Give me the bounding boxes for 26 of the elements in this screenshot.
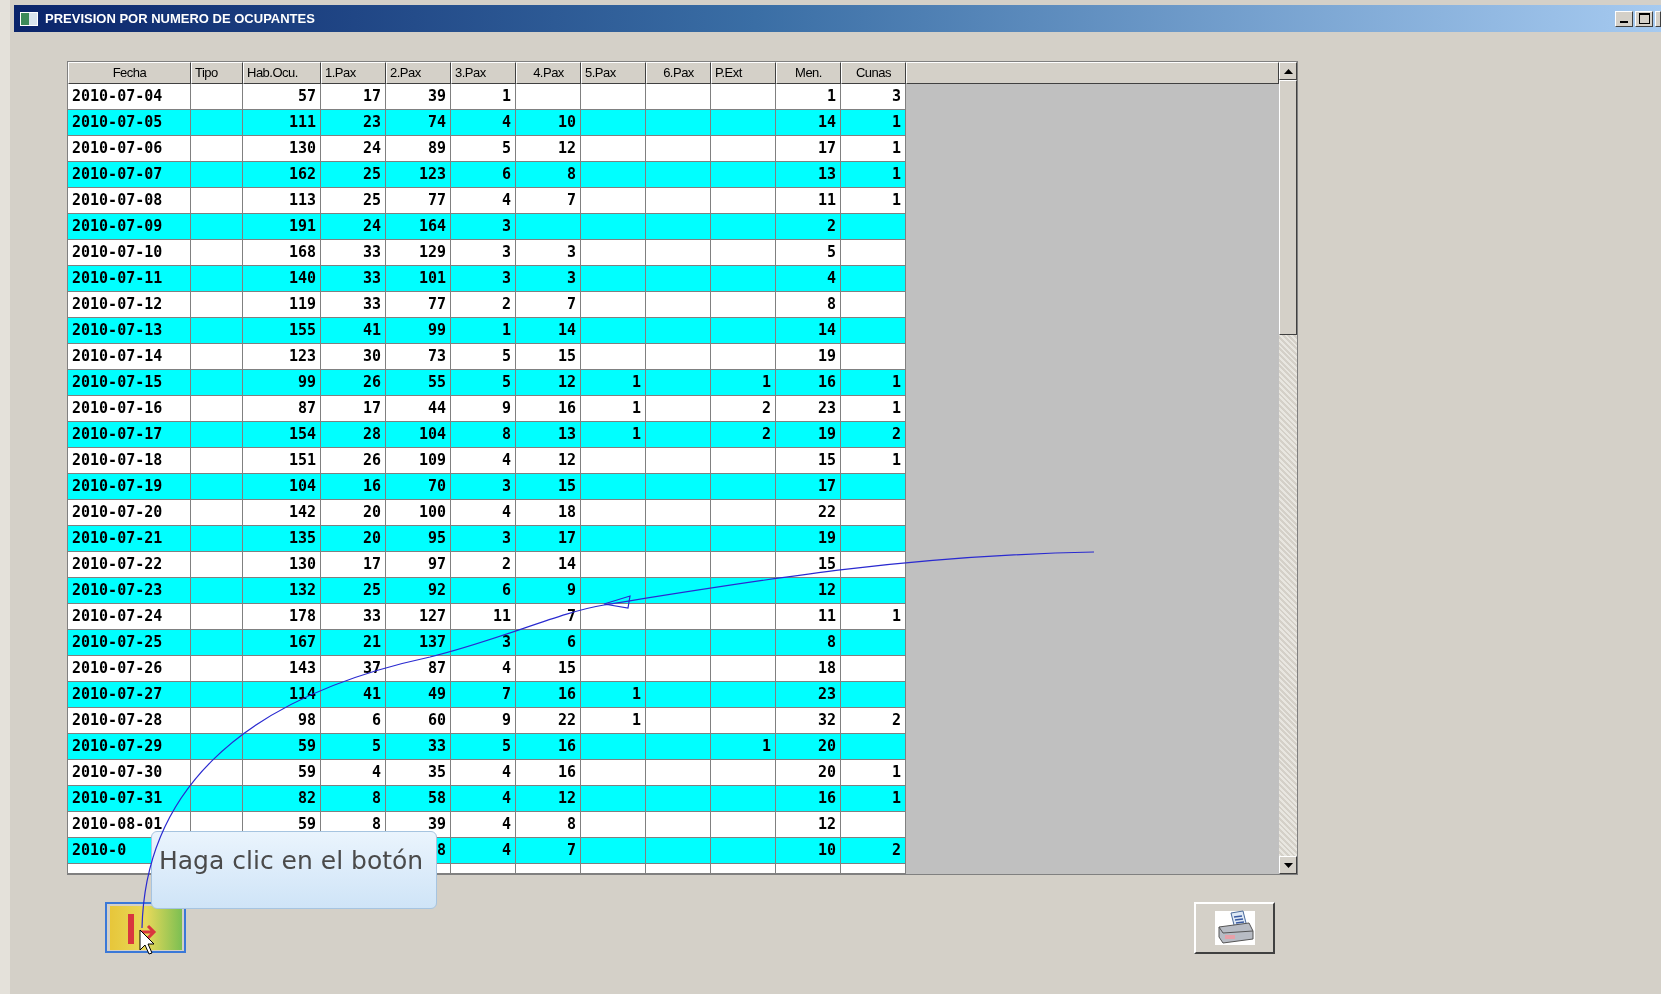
column-header[interactable]: Tipo [191, 62, 243, 84]
window-icon [20, 11, 38, 26]
door-exit-icon [109, 905, 182, 950]
column-header[interactable]: 5.Pax [581, 62, 646, 84]
column-header[interactable]: 1.Pax [321, 62, 386, 84]
column-header[interactable]: Hab.Ocu. [243, 62, 321, 84]
maximize-button[interactable] [1635, 10, 1653, 27]
minimize-button[interactable] [1615, 10, 1633, 27]
print-button[interactable] [1194, 902, 1275, 954]
close-button[interactable] [1655, 10, 1661, 27]
tooltip: Haga clic en el botón [151, 831, 437, 909]
column-header[interactable]: Men. [776, 62, 841, 84]
printer-icon [1212, 909, 1257, 947]
column-header[interactable]: Fecha [68, 62, 191, 84]
scroll-up-icon[interactable] [1279, 62, 1297, 80]
column-header[interactable]: P.Ext [711, 62, 776, 84]
column-header[interactable]: Cunas [841, 62, 906, 84]
column-header[interactable]: 4.Pax [516, 62, 581, 84]
scroll-down-icon[interactable] [1279, 856, 1297, 874]
column-header[interactable]: 3.Pax [451, 62, 516, 84]
vertical-scrollbar[interactable] [1279, 62, 1297, 874]
column-header[interactable]: 2.Pax [386, 62, 451, 84]
column-header[interactable]: 6.Pax [646, 62, 711, 84]
scroll-thumb[interactable] [1279, 80, 1297, 335]
window-title: PREVISION POR NUMERO DE OCUPANTES [45, 11, 315, 26]
cursor-icon [139, 929, 155, 955]
